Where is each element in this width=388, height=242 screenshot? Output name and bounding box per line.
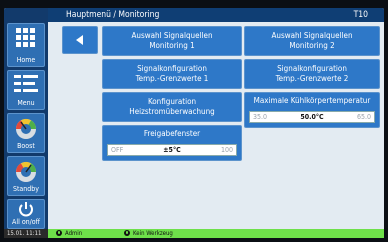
user-name: Admin — [65, 230, 83, 237]
screen-code: T10 — [353, 10, 368, 20]
boost-label: Boost — [17, 142, 35, 150]
menu-icon — [14, 75, 38, 92]
field-max: 65.0 — [356, 113, 371, 121]
boost-button[interactable]: Boost — [7, 113, 45, 153]
release-window-label: Freigabefenster — [143, 129, 201, 138]
standby-button[interactable]: Standby — [7, 156, 45, 196]
release-window-field[interactable]: OFF ±5°C 100 — [107, 144, 237, 156]
tile-line1: Signalkonfiguration — [277, 64, 347, 73]
menu-label: Menu — [17, 99, 35, 107]
field-value: ±5°C — [163, 146, 181, 154]
gauge-icon — [15, 161, 37, 182]
signal-sources-1-button[interactable]: Auswahl Signalquellen Monitoring 1 — [102, 26, 242, 56]
tile-line1: Signalkonfiguration — [137, 64, 207, 73]
all-on-off-label: All on/off — [12, 218, 40, 226]
user-indicator: Admin — [56, 229, 82, 238]
arrow-left-icon — [76, 35, 83, 45]
all-on-off-button[interactable]: All on/off — [7, 199, 45, 229]
signal-config-2-button[interactable]: Signalkonfiguration Temp.-Grenzwerte 2 — [244, 59, 380, 89]
home-button[interactable]: Home — [7, 23, 45, 67]
tile-line2: Temp.-Grenzwerte 1 — [135, 74, 209, 83]
menu-button[interactable]: Menu — [7, 70, 45, 110]
heating-current-config-button[interactable]: Konfiguration Heizstromüberwachung — [102, 92, 242, 122]
sidebar: Home Menu Boost Standby All on/off — [4, 8, 48, 229]
tile-line1: Auswahl Signalquellen — [271, 31, 353, 40]
tile-line1: Konfiguration — [147, 97, 197, 106]
hmi-frame: Hauptmenü / Monitoring T10 Home Menu Boo… — [4, 8, 384, 234]
max-heatsink-temp-tile: Maximale Kühlkörpertemperatur 35.0 50.0°… — [244, 92, 380, 128]
tile-line1: Auswahl Signalquellen — [131, 31, 213, 40]
tile-line2: Monitoring 2 — [289, 41, 335, 50]
tool-icon — [124, 230, 130, 236]
status-bar: 15.01. 11:11 Admin Kein Werkzeug — [4, 229, 384, 238]
header-bar: Hauptmenü / Monitoring T10 — [48, 8, 384, 22]
gauge-icon — [15, 118, 37, 139]
tool-indicator: Kein Werkzeug — [124, 229, 173, 238]
tool-name: Kein Werkzeug — [133, 230, 173, 237]
signal-sources-2-button[interactable]: Auswahl Signalquellen Monitoring 2 — [244, 26, 380, 56]
user-icon — [56, 230, 62, 236]
field-max: 100 — [220, 146, 233, 154]
tile-line2: Temp.-Grenzwerte 2 — [275, 74, 349, 83]
breadcrumb: Hauptmenü / Monitoring — [66, 10, 160, 20]
tile-line2: Heizstromüberwachung — [129, 107, 215, 116]
power-icon — [19, 202, 33, 217]
standby-label: Standby — [12, 185, 40, 193]
tile-line2: Monitoring 1 — [149, 41, 195, 50]
signal-config-1-button[interactable]: Signalkonfiguration Temp.-Grenzwerte 1 — [102, 59, 242, 89]
back-button[interactable] — [62, 26, 98, 54]
datetime: 15.01. 11:11 — [4, 229, 48, 238]
max-heatsink-temp-field[interactable]: 35.0 50.0°C 65.0 — [249, 111, 375, 123]
max-heatsink-temp-label: Maximale Kühlkörpertemperatur — [253, 96, 371, 105]
home-grid-icon — [16, 28, 35, 47]
release-window-tile: Freigabefenster OFF ±5°C 100 — [102, 125, 242, 161]
home-label: Home — [16, 56, 36, 64]
field-value: 50.0°C — [300, 113, 324, 121]
